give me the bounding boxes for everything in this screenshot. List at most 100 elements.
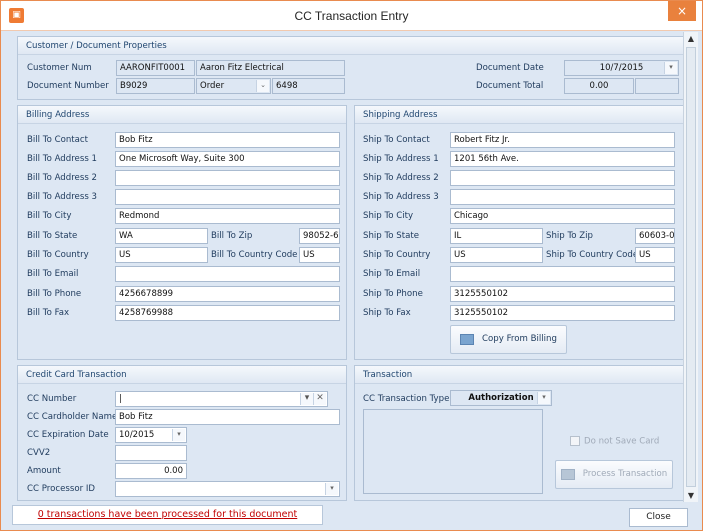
cc-processor-select[interactable]: ▾ [115, 481, 340, 497]
bill-address3-input[interactable] [115, 189, 340, 205]
document-total-label: Document Total [476, 81, 544, 91]
ship-city-label: Ship To City [363, 211, 414, 221]
billing-address-panel: Billing Address Bill To Contact Bob Fitz… [17, 105, 347, 360]
close-button[interactable]: Close [629, 508, 688, 527]
bill-country-code-input[interactable]: US [299, 247, 340, 263]
ship-email-input[interactable] [450, 266, 675, 282]
bill-phone-label: Bill To Phone [27, 289, 82, 299]
document-date-label: Document Date [476, 63, 544, 73]
chevron-down-icon[interactable]: ▾ [325, 483, 338, 495]
chevron-down-icon[interactable]: ▾ [300, 393, 313, 405]
document-date-value: 10/7/2015 [599, 63, 644, 73]
ship-fax-input[interactable]: 3125550102 [450, 305, 675, 321]
scroll-up-icon[interactable]: ▲ [686, 34, 696, 43]
copy-from-billing-button[interactable]: Copy From Billing [450, 325, 567, 354]
bill-zip-label: Bill To Zip [211, 231, 253, 241]
copy-from-billing-label: Copy From Billing [482, 334, 557, 344]
bill-contact-label: Bill To Contact [27, 135, 89, 145]
ship-country-label: Ship To Country [363, 250, 431, 260]
window-close-button[interactable]: × [668, 1, 696, 21]
cc-transaction-window: ▣ CC Transaction Entry × Customer / Docu… [0, 0, 703, 531]
window-title: CC Transaction Entry [294, 9, 409, 23]
vertical-scrollbar[interactable]: ▲ ▼ [683, 32, 698, 502]
bill-address2-input[interactable] [115, 170, 340, 186]
bill-fax-input[interactable]: 4258769988 [115, 305, 340, 321]
bill-email-input[interactable] [115, 266, 340, 282]
title-bar: ▣ CC Transaction Entry × [1, 1, 702, 31]
bill-contact-input[interactable]: Bob Fitz [115, 132, 340, 148]
ship-phone-label: Ship To Phone [363, 289, 423, 299]
transaction-panel: Transaction CC Transaction Type Authoriz… [354, 365, 684, 501]
bill-address1-input[interactable]: One Microsoft Way, Suite 300 [115, 151, 340, 167]
amount-input[interactable]: 0.00 [115, 463, 187, 479]
cvv-input[interactable] [115, 445, 187, 461]
transaction-type-label: CC Transaction Type [363, 394, 450, 404]
ship-zip-label: Ship To Zip [546, 231, 593, 241]
bill-zip-input[interactable]: 98052-6399 [299, 228, 340, 244]
ship-address3-input[interactable] [450, 189, 675, 205]
document-type-select[interactable]: Order ⌄ [196, 78, 271, 94]
bill-phone-input[interactable]: 4256678899 [115, 286, 340, 302]
cc-expiration-value: 10/2015 [119, 430, 155, 440]
bill-state-label: Bill To State [27, 231, 78, 241]
bill-country-label: Bill To Country [27, 250, 89, 260]
bill-state-input[interactable]: WA [115, 228, 208, 244]
ship-country-input[interactable]: US [450, 247, 543, 263]
chevron-down-icon[interactable]: ▾ [537, 392, 550, 404]
panel-heading: Billing Address [18, 106, 346, 124]
transactions-status-link[interactable]: 0 transactions have been processed for t… [12, 505, 323, 525]
cc-cardholder-input[interactable]: Bob Fitz [115, 409, 340, 425]
document-date-field[interactable]: 10/7/2015 ▾ [564, 60, 679, 76]
document-type-value: Order [200, 81, 225, 91]
credit-card-panel: Credit Card Transaction CC Number | ▾ ✕ … [17, 365, 347, 501]
customer-num-label: Customer Num [27, 63, 92, 73]
transaction-log-area [363, 409, 543, 494]
process-icon [560, 469, 575, 480]
ship-city-input[interactable]: Chicago [450, 208, 675, 224]
clear-icon[interactable]: ✕ [313, 393, 326, 405]
panel-heading: Transaction [355, 366, 683, 384]
do-not-save-card-checkbox[interactable]: Do not Save Card [570, 436, 659, 447]
customer-document-panel: Customer / Document Properties Customer … [17, 36, 684, 100]
document-number-label: Document Number [27, 81, 109, 91]
cc-expiration-input[interactable]: 10/2015 ▾ [115, 427, 187, 443]
cc-processor-label: CC Processor ID [27, 484, 96, 494]
do-not-save-card-label: Do not Save Card [584, 436, 660, 447]
document-type-code-field[interactable]: 6498 [272, 78, 345, 94]
chevron-down-icon[interactable]: ▾ [664, 62, 677, 74]
document-total-extra-field[interactable] [635, 78, 679, 94]
ship-state-input[interactable]: IL [450, 228, 543, 244]
process-transaction-label: Process Transaction [582, 469, 668, 479]
transaction-type-value: Authorization [468, 393, 534, 403]
ship-zip-input[interactable]: 60603-0700 [635, 228, 675, 244]
transaction-type-select[interactable]: Authorization ▾ [450, 390, 552, 406]
ship-address2-input[interactable] [450, 170, 675, 186]
scroll-thumb[interactable] [686, 47, 696, 487]
ship-phone-input[interactable]: 3125550102 [450, 286, 675, 302]
ship-address1-label: Ship To Address 1 [363, 154, 439, 164]
ship-country-code-input[interactable]: US [635, 247, 675, 263]
bill-city-label: Bill To City [27, 211, 72, 221]
chevron-down-icon[interactable]: ▾ [172, 429, 185, 441]
customer-num-field[interactable]: AARONFIT0001 [116, 60, 195, 76]
ship-email-label: Ship To Email [363, 269, 421, 279]
amount-label: Amount [27, 466, 61, 476]
ship-fax-label: Ship To Fax [363, 308, 411, 318]
customer-name-field[interactable]: Aaron Fitz Electrical [196, 60, 345, 76]
chevron-down-icon[interactable]: ⌄ [256, 80, 269, 92]
bill-city-input[interactable]: Redmond [115, 208, 340, 224]
bill-email-label: Bill To Email [27, 269, 79, 279]
ship-contact-input[interactable]: Robert Fitz Jr. [450, 132, 675, 148]
bill-country-input[interactable]: US [115, 247, 208, 263]
checkbox-icon[interactable] [570, 436, 580, 446]
ship-address1-input[interactable]: 1201 56th Ave. [450, 151, 675, 167]
cc-number-input[interactable]: | ▾ ✕ [115, 391, 328, 407]
process-transaction-button[interactable]: Process Transaction [555, 460, 673, 489]
document-number-field[interactable]: B9029 [116, 78, 195, 94]
cc-number-value: | [119, 394, 122, 404]
scroll-down-icon[interactable]: ▼ [686, 491, 696, 500]
document-total-field[interactable]: 0.00 [564, 78, 634, 94]
ship-address3-label: Ship To Address 3 [363, 192, 439, 202]
ship-contact-label: Ship To Contact [363, 135, 430, 145]
cc-expiration-label: CC Expiration Date [27, 430, 109, 440]
